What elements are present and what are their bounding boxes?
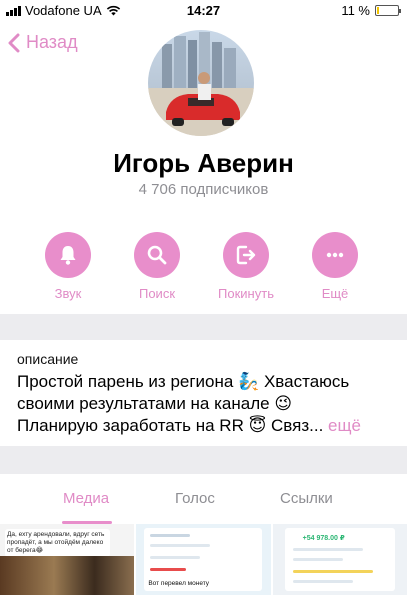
- description-more-link[interactable]: ещё: [328, 416, 361, 435]
- tab-voice[interactable]: Голос: [175, 490, 215, 507]
- bell-icon: [60, 246, 76, 265]
- description-line: своими результатами на канале 😉: [17, 394, 293, 413]
- media-tabs: Медиа Голос Ссылки: [0, 474, 407, 524]
- thumbnail-caption: Да, ехту арендовали, вдруг сеть пропадёт…: [5, 529, 110, 557]
- thumbnail-line: [292, 570, 373, 573]
- action-label: Звук: [54, 286, 82, 301]
- section-separator: [0, 446, 407, 474]
- chevron-left-icon: [8, 33, 20, 52]
- action-label: Покинуть: [218, 286, 274, 301]
- action-label: Поиск: [138, 286, 176, 301]
- media-thumbnail[interactable]: Вот перевел монету: [136, 524, 271, 595]
- channel-title: Игорь Аверин: [113, 148, 294, 178]
- status-right: 11 %: [341, 3, 401, 18]
- thumbnail-line: [150, 556, 201, 559]
- thumbnail-line: [150, 568, 187, 571]
- back-button[interactable]: Назад: [8, 32, 78, 53]
- thumbnail-photo: [0, 556, 135, 595]
- description-line-last: Планирую заработать на RR 😇 Связ... ещё: [17, 415, 397, 437]
- thumbnail-amount: +54 978.00 ₽: [302, 535, 345, 542]
- search-icon: [147, 245, 167, 265]
- action-circle: [45, 232, 91, 278]
- action-circle: [223, 232, 269, 278]
- action-circle: [134, 232, 180, 278]
- battery-percent: 11 %: [341, 3, 370, 18]
- subscriber-count: 4 706 подписчиков: [138, 181, 269, 198]
- thumbnail-caption: Вот перевел монету: [148, 580, 210, 587]
- action-bar: Звук Поиск Покинуть Ещё: [0, 232, 407, 302]
- leave-icon: [236, 245, 256, 265]
- thumbnail-line: [292, 548, 363, 551]
- thumbnail-line: [150, 544, 211, 547]
- media-thumbnail[interactable]: Да, ехту арендовали, вдруг сеть пропадёт…: [0, 524, 135, 595]
- back-label: Назад: [26, 32, 78, 52]
- more-icon: [326, 252, 344, 258]
- description-line: Простой парень из региона 🧞 Хвастаюсь: [17, 372, 350, 391]
- description-line: Планирую заработать на RR 😇 Связ...: [17, 416, 324, 435]
- tab-links[interactable]: Ссылки: [280, 490, 333, 507]
- thumbnail-line: [150, 534, 191, 537]
- more-button[interactable]: Ещё: [290, 232, 380, 301]
- battery-icon: [375, 5, 401, 16]
- media-thumbnail[interactable]: +54 978.00 ₽: [272, 524, 407, 595]
- action-label: Ещё: [321, 286, 349, 301]
- description-text: Простой парень из региона 🧞 Хвастаюсь св…: [17, 371, 397, 437]
- status-bar: Vodafone UA 14:27 11 %: [0, 0, 407, 22]
- avatar-image: [148, 32, 254, 136]
- mute-button[interactable]: Звук: [23, 232, 113, 301]
- media-grid: Да, ехту арендовали, вдруг сеть пропадёт…: [0, 524, 407, 595]
- description-label: описание: [17, 351, 79, 367]
- action-circle: [312, 232, 358, 278]
- search-button[interactable]: Поиск: [112, 232, 202, 301]
- thumbnail-line: [292, 580, 353, 583]
- channel-avatar[interactable]: [148, 30, 254, 136]
- tab-media[interactable]: Медиа: [63, 490, 109, 507]
- section-separator: [0, 314, 407, 340]
- leave-button[interactable]: Покинуть: [201, 232, 291, 301]
- thumbnail-line: [292, 558, 343, 561]
- battery-level: [377, 7, 379, 14]
